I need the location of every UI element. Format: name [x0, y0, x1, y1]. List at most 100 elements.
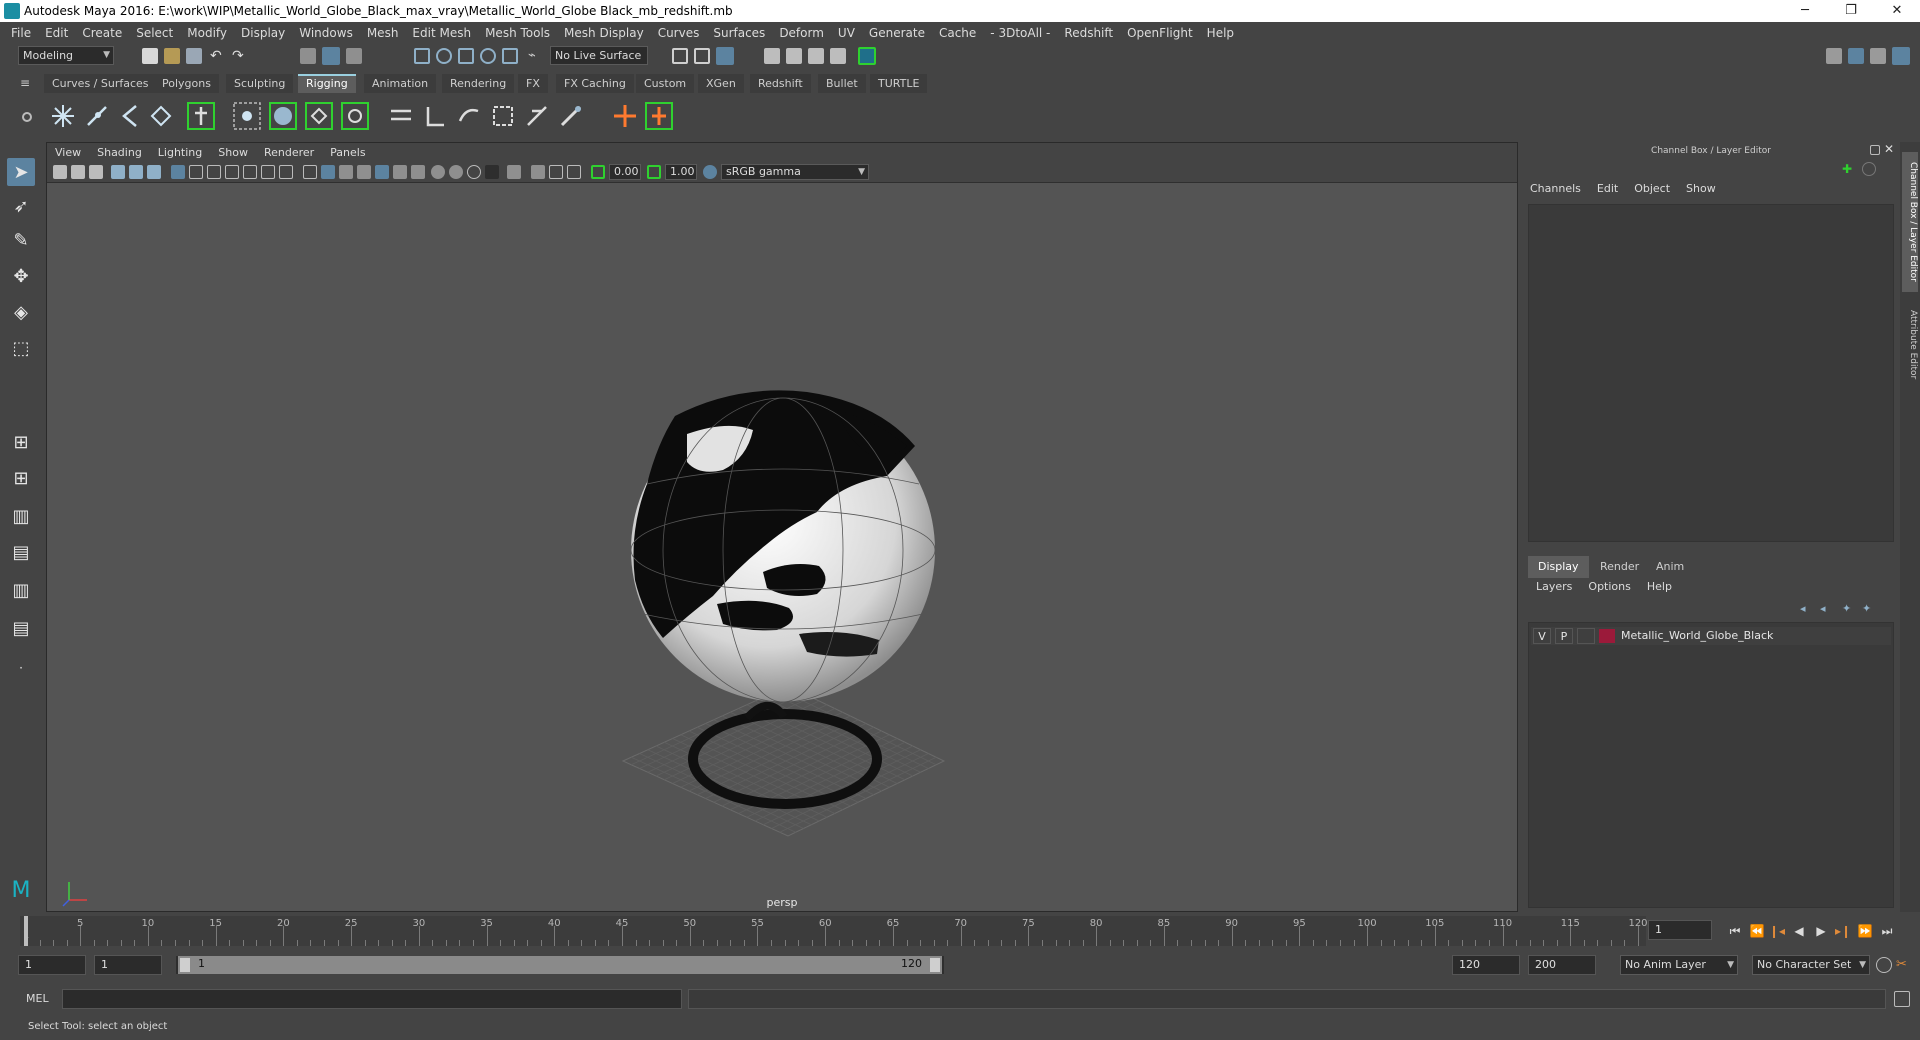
- hypershade-icon[interactable]: [786, 48, 802, 64]
- minimize-button[interactable]: ─: [1782, 0, 1828, 22]
- snap-curve-icon[interactable]: [436, 48, 452, 64]
- shelf-tab-fx[interactable]: FX: [518, 74, 548, 93]
- shelf-tab-bullet[interactable]: Bullet: [818, 74, 866, 93]
- menu-select[interactable]: Select: [129, 26, 180, 40]
- menu-set-dropdown[interactable]: Modeling ▼: [18, 46, 114, 65]
- redshift-ipr-icon[interactable]: [830, 48, 846, 64]
- layer-playback-toggle[interactable]: P: [1555, 628, 1573, 644]
- motion-blur-icon[interactable]: [449, 165, 463, 179]
- gamma-field[interactable]: 1.00: [665, 164, 697, 180]
- tab-anim[interactable]: Anim: [1646, 556, 1694, 578]
- quick-rig-icon[interactable]: [186, 101, 216, 131]
- wire-deformer-icon[interactable]: [522, 101, 552, 131]
- layer-type-toggle[interactable]: [1577, 628, 1595, 644]
- menu-edit[interactable]: Edit: [38, 26, 75, 40]
- single-perspective-layout-icon[interactable]: ⊞: [7, 428, 35, 456]
- gate-mask-icon[interactable]: [225, 165, 239, 179]
- go-to-start-icon[interactable]: ⏮: [1724, 920, 1746, 942]
- sculpt-deformer-icon[interactable]: [556, 101, 586, 131]
- le-menu-help[interactable]: Help: [1639, 580, 1680, 598]
- select-object-icon[interactable]: [322, 47, 340, 65]
- safe-title-icon[interactable]: [279, 165, 293, 179]
- redshift-render-view-icon[interactable]: [858, 47, 876, 65]
- menu-mesh-tools[interactable]: Mesh Tools: [478, 26, 557, 40]
- vp-menu-shading[interactable]: Shading: [89, 146, 150, 159]
- safe-action-icon[interactable]: [261, 165, 275, 179]
- undo-icon[interactable]: ↶: [210, 48, 226, 64]
- layer-color-swatch[interactable]: [1599, 629, 1615, 643]
- le-menu-options[interactable]: Options: [1580, 580, 1638, 598]
- orient-joint-icon[interactable]: [146, 101, 176, 131]
- channel-box-area[interactable]: [1528, 204, 1894, 542]
- channel-box-speed-icon[interactable]: [1862, 162, 1876, 176]
- xray-joints-icon[interactable]: [567, 165, 581, 179]
- range-start-grip[interactable]: [180, 958, 190, 972]
- shelf-tab-xgen[interactable]: XGen: [698, 74, 744, 93]
- tool-settings-toggle-icon[interactable]: [1870, 48, 1886, 64]
- create-cluster-icon[interactable]: [420, 101, 450, 131]
- live-surface-field[interactable]: No Live Surface: [550, 46, 648, 65]
- step-forward-frame-icon[interactable]: ▸❙: [1832, 920, 1854, 942]
- interactive-bind-icon[interactable]: [304, 101, 334, 131]
- hypershade-layout-icon[interactable]: ▥: [7, 576, 35, 604]
- exposure-icon[interactable]: [591, 165, 605, 179]
- layer-visibility-toggle[interactable]: V: [1533, 628, 1551, 644]
- menu-deform[interactable]: Deform: [772, 26, 831, 40]
- vp-menu-lighting[interactable]: Lighting: [150, 146, 210, 159]
- side-tab-attribute-editor[interactable]: Attribute Editor: [1902, 300, 1918, 390]
- layout-options-icon[interactable]: ·: [7, 654, 35, 682]
- command-language-label[interactable]: MEL: [26, 992, 49, 1005]
- move-layer-down-icon[interactable]: ◂: [1820, 602, 1834, 616]
- depth-of-field-icon[interactable]: [485, 165, 499, 179]
- save-scene-icon[interactable]: [186, 48, 202, 64]
- persp-outliner-layout-icon[interactable]: ▥: [7, 502, 35, 530]
- twod-pan-zoom-icon[interactable]: [129, 165, 143, 179]
- snap-view-plane-icon[interactable]: [480, 48, 496, 64]
- tab-render[interactable]: Render: [1590, 556, 1649, 578]
- move-tool-icon[interactable]: ✥: [7, 262, 35, 290]
- create-lattice-icon[interactable]: [386, 101, 416, 131]
- snap-point-icon[interactable]: [458, 48, 474, 64]
- shelf-tab-rigging[interactable]: Rigging: [298, 74, 356, 93]
- open-scene-icon[interactable]: [164, 48, 180, 64]
- viewport-persp[interactable]: View Shading Lighting Show Renderer Pane…: [46, 142, 1518, 912]
- range-end-grip[interactable]: [930, 958, 940, 972]
- shelf-tab-turtle[interactable]: TURTLE: [870, 74, 928, 93]
- lasso-tool-icon[interactable]: ➶: [7, 192, 35, 220]
- mirror-joint-icon[interactable]: [114, 101, 144, 131]
- paint-weights-icon[interactable]: [340, 101, 370, 131]
- close-panel-icon[interactable]: ✕: [1884, 142, 1896, 156]
- menu-mesh-display[interactable]: Mesh Display: [557, 26, 651, 40]
- cb-menu-show[interactable]: Show: [1678, 182, 1724, 200]
- restore-button[interactable]: ❐: [1828, 0, 1874, 22]
- shelf-tab-sculpting[interactable]: Sculpting: [226, 74, 294, 93]
- four-view-layout-icon[interactable]: ⊞: [7, 464, 35, 492]
- script-editor-icon[interactable]: [1894, 991, 1910, 1007]
- shelf-tab-rendering[interactable]: Rendering: [442, 74, 515, 93]
- create-joints-icon[interactable]: [48, 101, 78, 131]
- parent-constraint-icon[interactable]: [610, 101, 640, 131]
- vp-menu-panels[interactable]: Panels: [322, 146, 373, 159]
- le-menu-layers[interactable]: Layers: [1528, 580, 1580, 598]
- new-scene-icon[interactable]: [142, 48, 158, 64]
- menu-surfaces[interactable]: Surfaces: [706, 26, 772, 40]
- character-set-dropdown[interactable]: No Character Set ▼: [1752, 955, 1870, 975]
- new-empty-layer-icon[interactable]: ✦: [1842, 602, 1856, 616]
- insert-joint-icon[interactable]: [82, 101, 112, 131]
- shelf-tab-redshift[interactable]: Redshift: [750, 74, 811, 93]
- layer-row[interactable]: V P Metallic_World_Globe_Black: [1531, 627, 1891, 645]
- view-transform-dropdown[interactable]: sRGB gamma ▼: [721, 164, 869, 180]
- wireframe-on-shaded-icon[interactable]: [357, 165, 371, 179]
- xray-active-components-icon[interactable]: [549, 165, 563, 179]
- select-camera-icon[interactable]: [53, 165, 67, 179]
- screen-space-ao-icon[interactable]: [431, 165, 445, 179]
- time-slider-track[interactable]: 1510152025303540455055606570758085909510…: [20, 916, 1648, 946]
- menu-cache[interactable]: Cache: [932, 26, 983, 40]
- curve-warp-icon[interactable]: [454, 101, 484, 131]
- shelf-tab-fx-caching[interactable]: FX Caching: [556, 74, 634, 93]
- scale-tool-icon[interactable]: ⬚: [7, 334, 35, 362]
- current-time-indicator[interactable]: [24, 916, 28, 946]
- channel-box-manipulator-icon[interactable]: ✚: [1842, 162, 1856, 176]
- shelf-tab-polygons[interactable]: Polygons: [154, 74, 219, 93]
- play-backwards-icon[interactable]: ◀: [1788, 920, 1810, 942]
